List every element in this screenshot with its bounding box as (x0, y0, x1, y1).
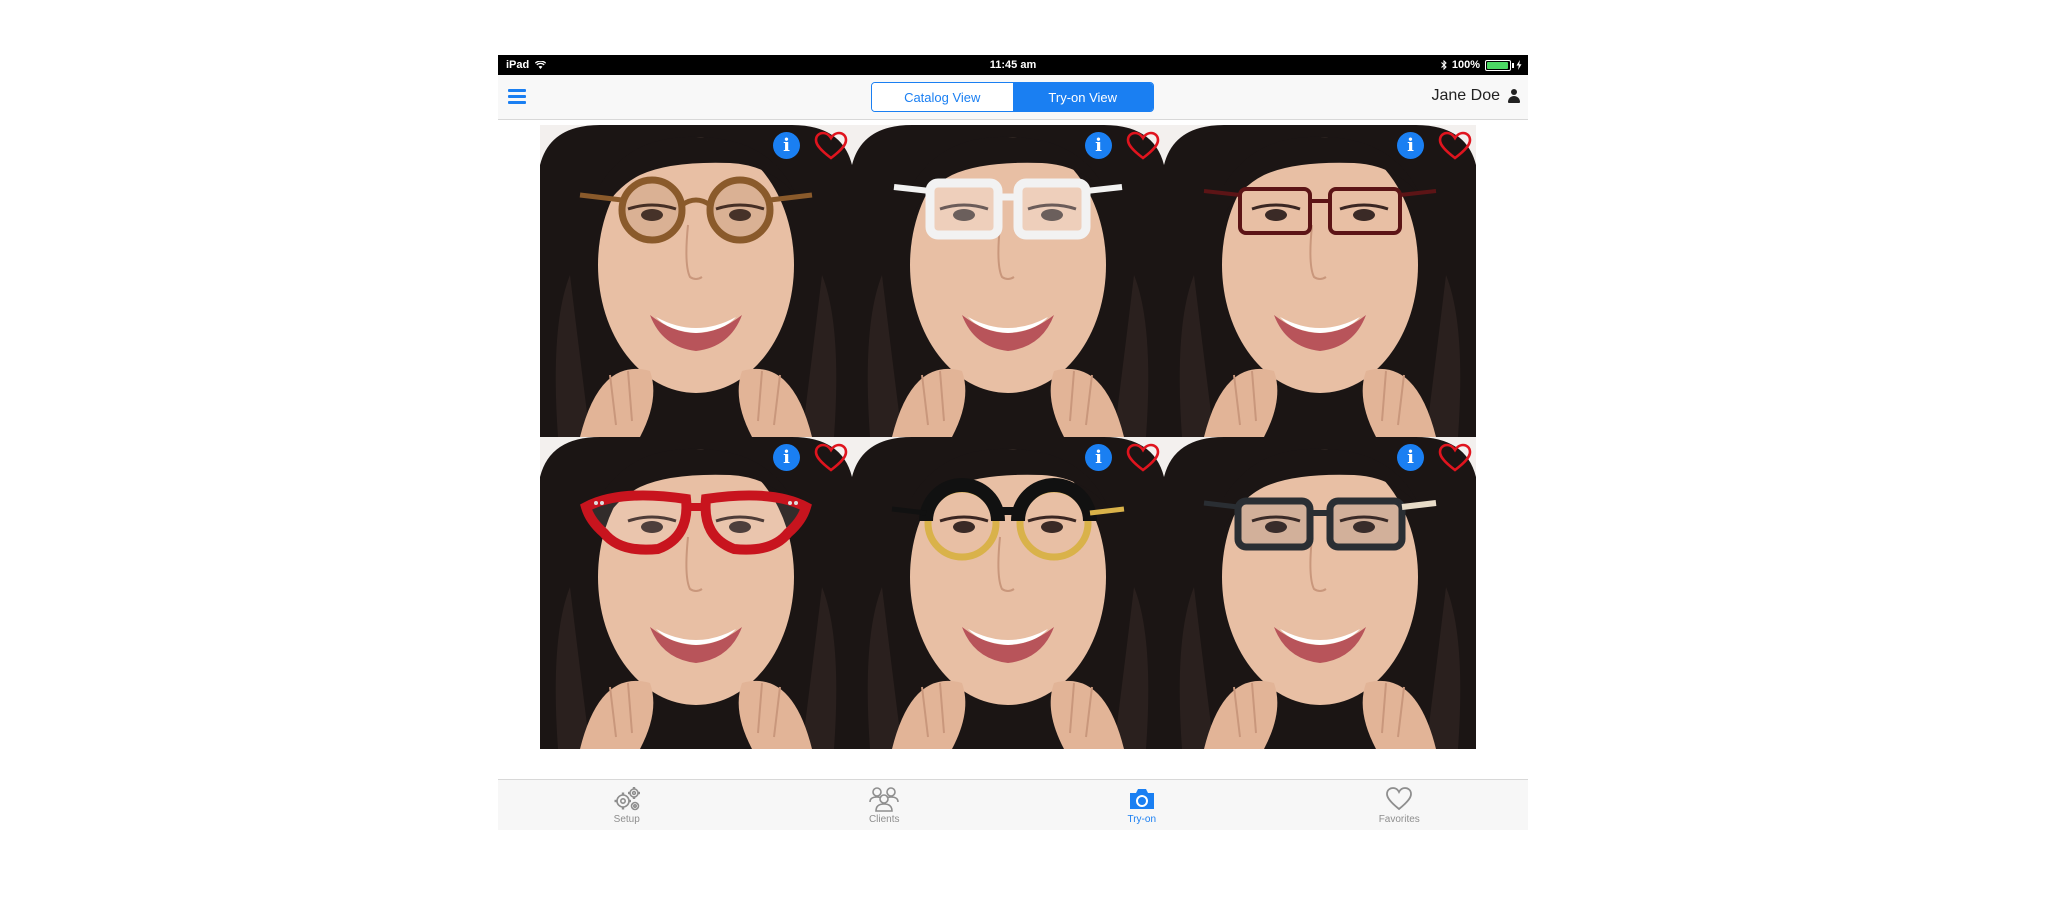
heart-icon (1386, 787, 1413, 811)
try-on-tile[interactable]: i (1164, 437, 1476, 749)
favorite-heart-icon[interactable] (814, 131, 848, 161)
charging-icon (1516, 60, 1522, 70)
info-icon[interactable]: i (1397, 444, 1424, 471)
tab-clients[interactable]: Clients (756, 780, 1014, 830)
try-on-grid: i i i i i i (540, 125, 1476, 749)
catalog-view-segment[interactable]: Catalog View (872, 83, 1013, 111)
favorite-heart-icon[interactable] (1126, 131, 1160, 161)
info-icon[interactable]: i (773, 132, 800, 159)
tab-label: Try-on (1127, 814, 1157, 825)
try-on-photo (1164, 437, 1476, 749)
camera-icon (1129, 789, 1154, 809)
favorite-heart-icon[interactable] (1126, 443, 1160, 473)
tab-label: Clients (868, 814, 900, 825)
tab-setup[interactable]: Setup (498, 780, 756, 830)
user-icon (1508, 89, 1520, 103)
menu-icon[interactable] (508, 89, 526, 105)
info-icon[interactable]: i (1085, 132, 1112, 159)
try-on-tile[interactable]: i (852, 125, 1164, 437)
favorite-heart-icon[interactable] (1438, 443, 1472, 473)
status-bar: iPad 11:45 am 100% (498, 55, 1528, 75)
try-on-photo (1164, 125, 1476, 437)
try-on-view-segment[interactable]: Try-on View (1012, 83, 1153, 111)
clock: 11:45 am (989, 59, 1037, 71)
try-on-tile[interactable]: i (1164, 125, 1476, 437)
info-icon[interactable]: i (1085, 444, 1112, 471)
try-on-photo (540, 125, 852, 437)
user-name: Jane Doe (1431, 87, 1501, 104)
info-icon[interactable]: i (1397, 132, 1424, 159)
view-switcher: Catalog View Try-on View (871, 82, 1154, 112)
gears-icon (614, 787, 640, 811)
user-account[interactable]: Jane Doe (1431, 87, 1520, 105)
info-icon[interactable]: i (773, 444, 800, 471)
ipad-screen: iPad 11:45 am 100% Catalog View Try-on V… (498, 55, 1528, 830)
favorite-heart-icon[interactable] (814, 443, 848, 473)
battery-percent: 100% (1451, 59, 1480, 71)
favorite-heart-icon[interactable] (1438, 131, 1472, 161)
try-on-tile[interactable]: i (540, 437, 852, 749)
battery-icon (1485, 59, 1514, 71)
try-on-tile[interactable]: i (852, 437, 1164, 749)
try-on-photo (852, 125, 1164, 437)
tab-label: Setup (613, 814, 640, 825)
navigation-bar: Catalog View Try-on View Jane Doe (498, 75, 1528, 120)
tab-label: Favorites (1378, 814, 1420, 825)
try-on-photo (540, 437, 852, 749)
try-on-photo (852, 437, 1164, 749)
clients-icon (869, 787, 900, 812)
bluetooth-icon (1441, 60, 1447, 70)
tab-bar: Setup Clients Try-on Favorites (498, 779, 1528, 830)
tab-favorites[interactable]: Favorites (1271, 780, 1529, 830)
tab-try-on[interactable]: Try-on (1013, 780, 1271, 830)
try-on-tile[interactable]: i (540, 125, 852, 437)
